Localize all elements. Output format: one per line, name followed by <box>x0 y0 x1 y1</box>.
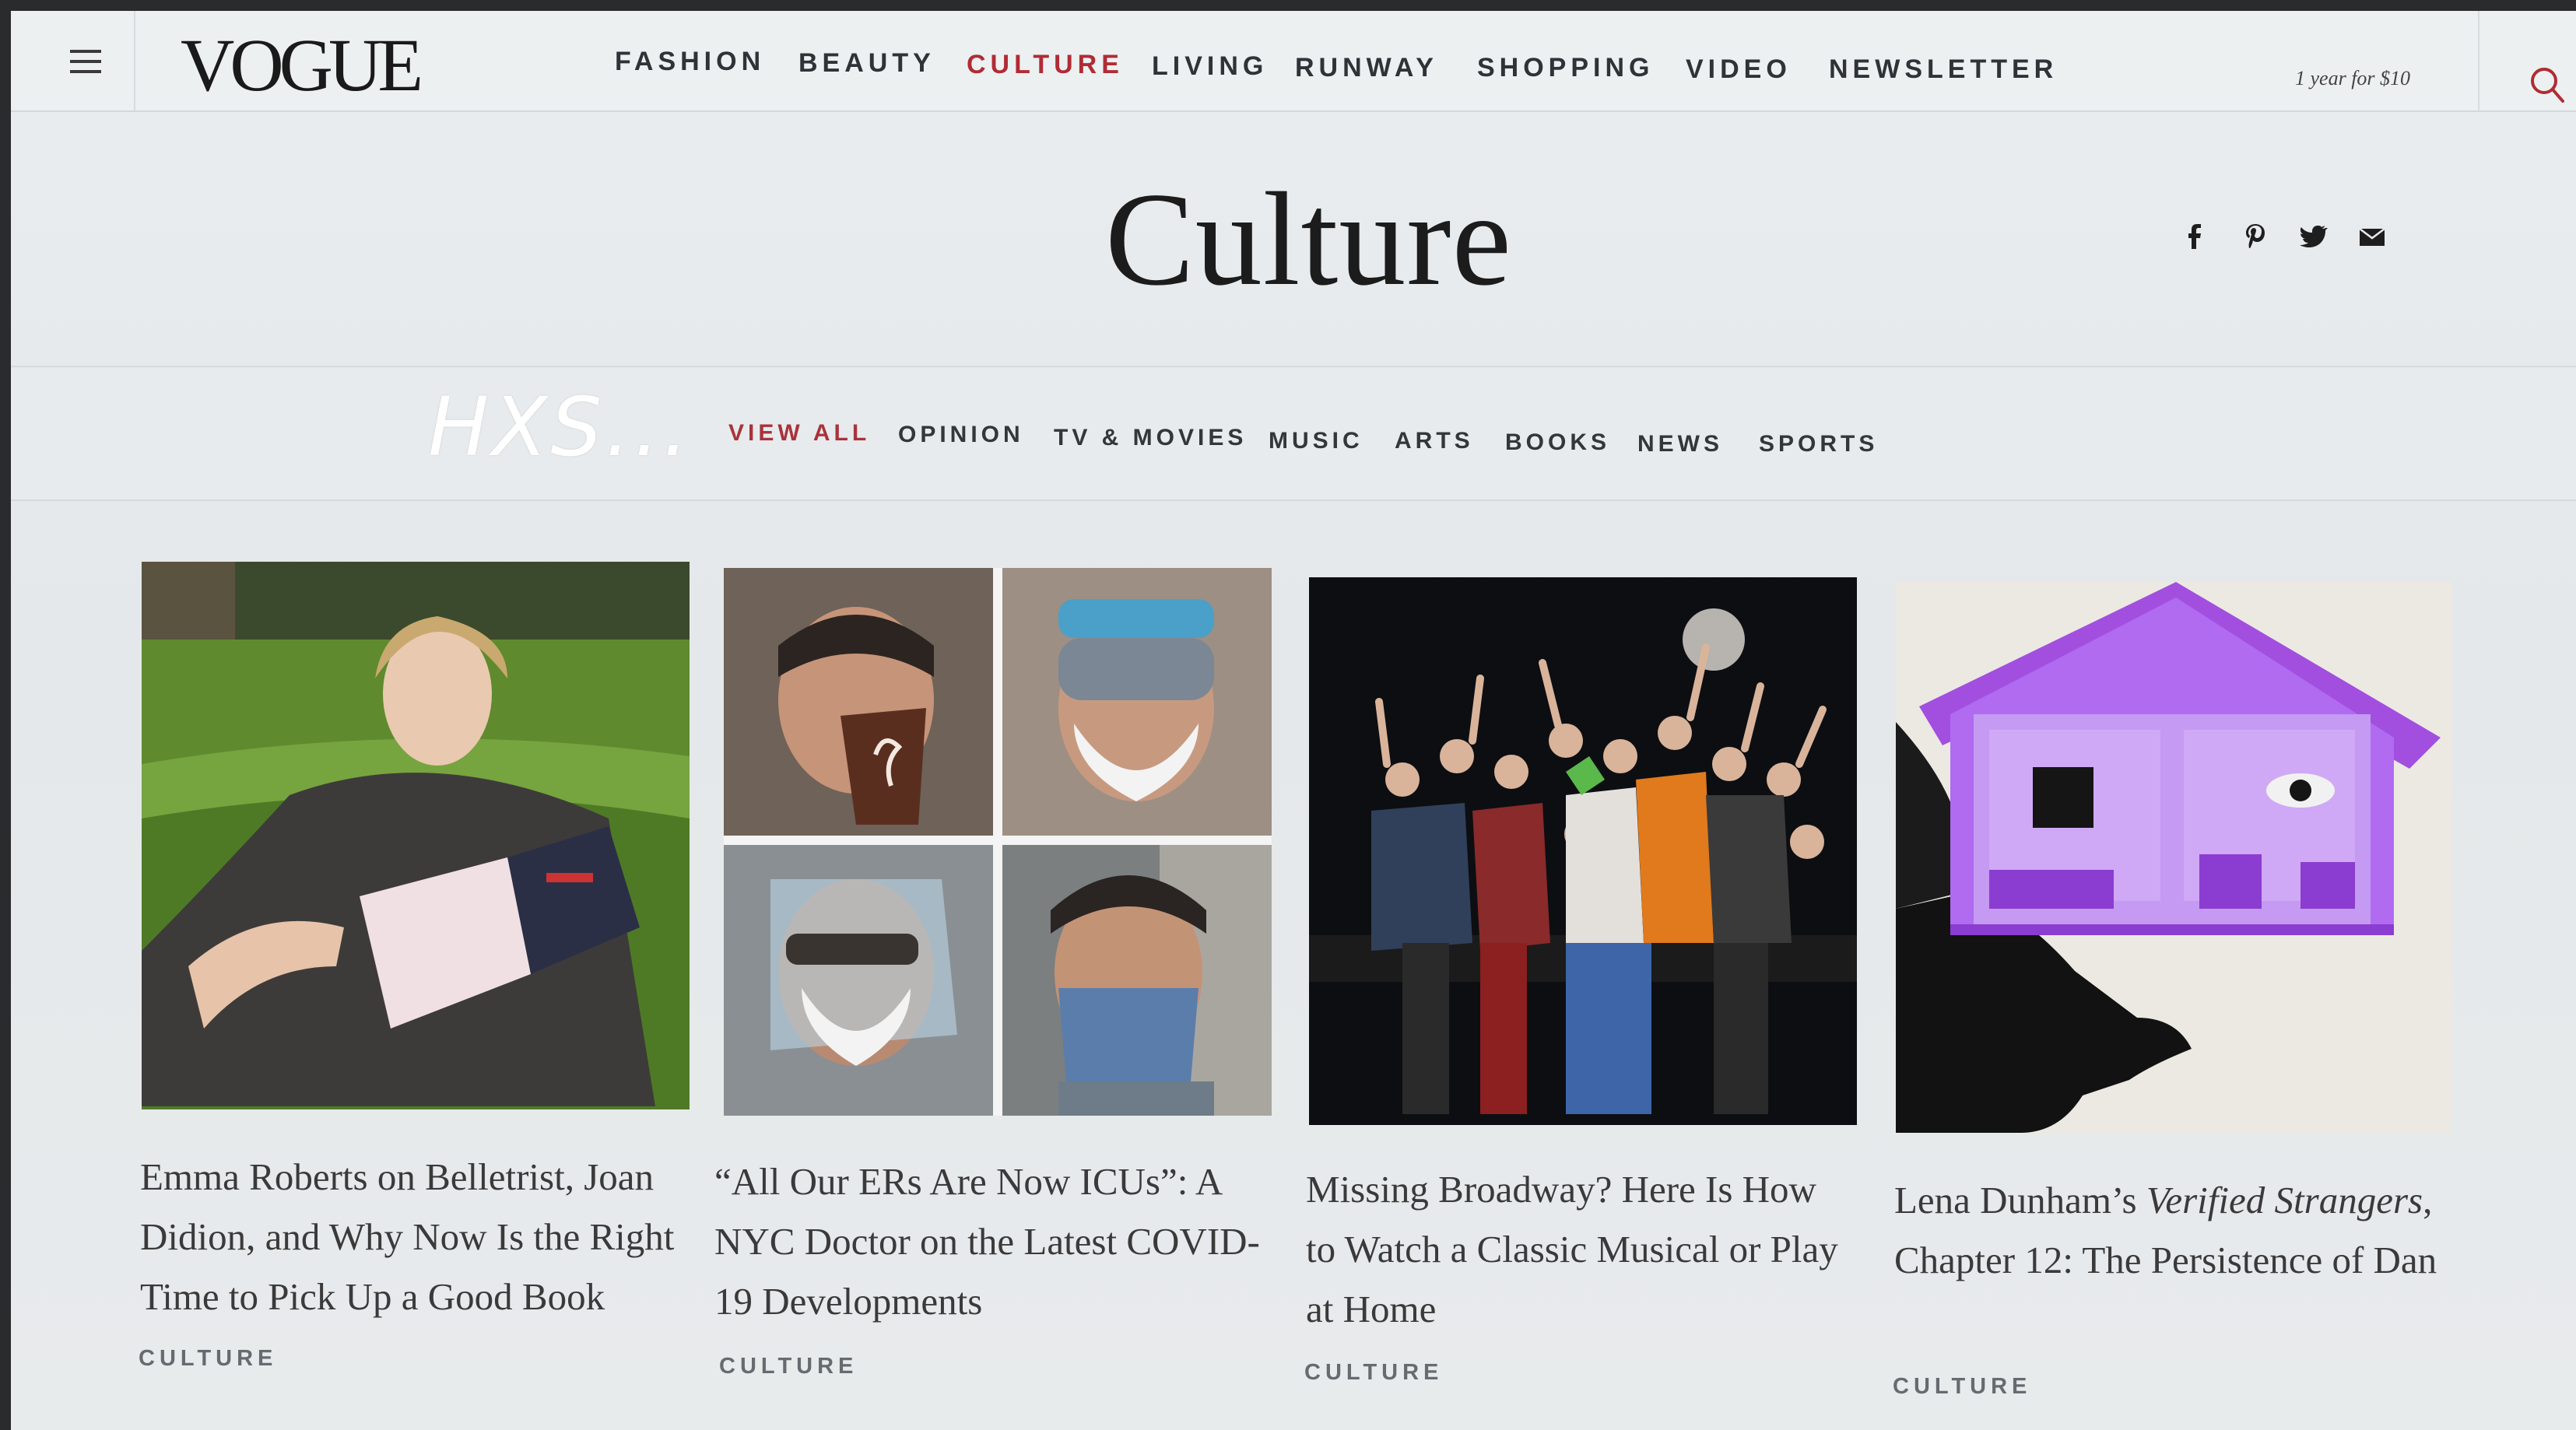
subnav-news[interactable]: NEWS <box>1637 431 1723 457</box>
subnav-opinion[interactable]: OPINION <box>898 422 1024 448</box>
article-image-woman-reading[interactable] <box>142 562 690 1109</box>
subnav-tv-movies[interactable]: TV & MOVIES <box>1054 425 1247 451</box>
pinterest-icon[interactable] <box>2240 221 2271 252</box>
article-category[interactable]: CULTURE <box>1893 1374 2031 1400</box>
nav-divider <box>134 11 135 110</box>
nav-item-culture[interactable]: CULTURE <box>967 50 1124 80</box>
article-image-purple-house[interactable] <box>1896 582 2451 1133</box>
nav-divider <box>2478 11 2479 110</box>
subnav-sports[interactable]: SPORTS <box>1759 431 1878 457</box>
subnav-books[interactable]: BOOKS <box>1505 429 1610 456</box>
twitter-icon[interactable] <box>2297 221 2329 252</box>
article-title[interactable]: Emma Roberts on Belletrist, Joan Didion,… <box>140 1147 700 1327</box>
watermark-text: HXS... <box>428 380 692 475</box>
page-title: Culture <box>1105 166 1512 314</box>
article-category[interactable]: CULTURE <box>139 1346 277 1372</box>
nav-item-living[interactable]: LIVING <box>1152 51 1268 82</box>
article-title[interactable]: “All Our ERs Are Now ICUs”: A NYC Doctor… <box>714 1151 1275 1331</box>
subnav-music[interactable]: MUSIC <box>1269 428 1363 454</box>
article-image-broadway-cast[interactable] <box>1309 577 1857 1125</box>
nav-item-runway[interactable]: RUNWAY <box>1295 53 1438 83</box>
vogue-logo[interactable]: VOGUE <box>181 22 423 108</box>
article-category[interactable]: CULTURE <box>719 1354 858 1379</box>
hamburger-icon[interactable] <box>58 34 120 89</box>
search-icon[interactable] <box>2529 65 2566 106</box>
article-title[interactable]: Lena Dunham’s Verified Strangers, Chapte… <box>1894 1170 2455 1290</box>
email-icon[interactable] <box>2357 221 2388 252</box>
article-title[interactable]: Missing Broadway? Here Is How to Watch a… <box>1306 1159 1851 1339</box>
nav-item-video[interactable]: VIDEO <box>1686 54 1792 85</box>
subscription-promo[interactable]: 1 year for $10 <box>2295 67 2410 90</box>
nav-item-beauty[interactable]: BEAUTY <box>798 48 935 79</box>
article-title-part: Lena Dunham’s <box>1894 1179 2146 1221</box>
subnav-view-all[interactable]: VIEW ALL <box>728 420 870 447</box>
nav-item-fashion[interactable]: FASHION <box>615 47 765 77</box>
subnav-arts[interactable]: ARTS <box>1395 428 1474 454</box>
article-category[interactable]: CULTURE <box>1304 1360 1443 1386</box>
article-image-doctor-collage[interactable] <box>724 568 1272 1116</box>
top-navigation-bar: VOGUE FASHION BEAUTY CULTURE LIVING RUNW… <box>11 11 2576 112</box>
screen-bezel-left <box>0 0 11 1430</box>
nav-item-newsletter[interactable]: NEWSLETTER <box>1829 54 2058 85</box>
screen-bezel-top <box>0 0 2576 11</box>
facebook-icon[interactable] <box>2179 221 2210 252</box>
article-title-italic: Verified Strangers <box>2146 1179 2423 1221</box>
nav-item-shopping[interactable]: SHOPPING <box>1477 53 1654 83</box>
